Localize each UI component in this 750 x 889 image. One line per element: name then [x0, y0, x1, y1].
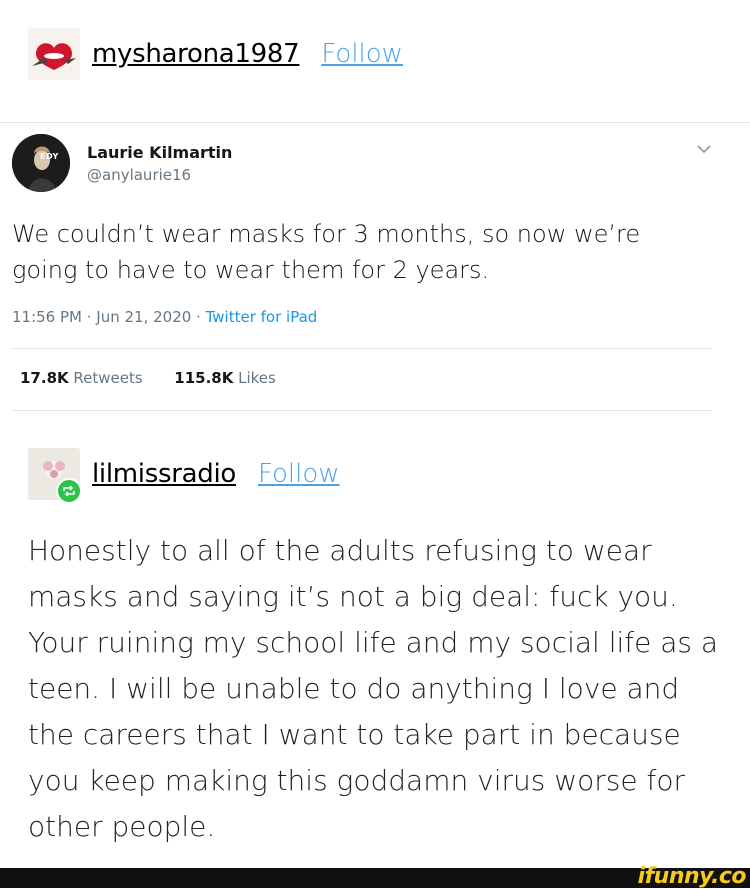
- chevron-down-icon[interactable]: [696, 142, 712, 160]
- likes-label: Likes: [238, 369, 276, 387]
- divider: [12, 348, 712, 349]
- ifunny-watermark: ifunny.co: [637, 864, 747, 889]
- reblog-icon: [56, 478, 82, 504]
- post-body-text: Honestly to all of the adults refusing t…: [28, 534, 719, 843]
- tweet-author-handle[interactable]: @anylaurie16: [87, 166, 191, 184]
- retweets-stat[interactable]: 17.8K Retweets: [20, 369, 143, 387]
- post-header-lilmissradio: lilmissradio Follow: [28, 448, 340, 504]
- tweet-timestamp: 11:56 PM · Jun 21, 2020 · Twitter for iP…: [12, 308, 317, 326]
- divider: [0, 122, 750, 123]
- username-link[interactable]: mysharona1987: [92, 39, 300, 69]
- likes-count: 115.8K: [174, 369, 234, 387]
- tweet-author-name[interactable]: Laurie Kilmartin: [87, 143, 232, 162]
- username-link[interactable]: lilmissradio: [92, 459, 236, 489]
- avatar[interactable]: [28, 28, 80, 80]
- retweets-label: Retweets: [73, 369, 143, 387]
- tweet-avatar[interactable]: EDY: [12, 134, 70, 192]
- tweet-text: We couldn’t wear masks for 3 months, so …: [12, 220, 641, 284]
- follow-button[interactable]: Follow: [321, 39, 403, 69]
- heart-lips-icon: [28, 28, 80, 80]
- follow-button[interactable]: Follow: [258, 459, 340, 489]
- avatar-label: EDY: [40, 152, 59, 161]
- retweets-count: 17.8K: [20, 369, 69, 387]
- likes-stat[interactable]: 115.8K Likes: [174, 369, 276, 387]
- avatar-wrapper: [28, 448, 82, 504]
- tweet-source-link[interactable]: Twitter for iPad: [206, 308, 318, 326]
- tweet-time[interactable]: 11:56 PM · Jun 21, 2020 ·: [12, 308, 206, 326]
- divider: [12, 410, 712, 411]
- person-avatar-icon: [12, 134, 70, 192]
- post-header-mysharona: mysharona1987 Follow: [28, 28, 403, 80]
- tweet-stats: 17.8K Retweets 115.8K Likes: [20, 369, 276, 387]
